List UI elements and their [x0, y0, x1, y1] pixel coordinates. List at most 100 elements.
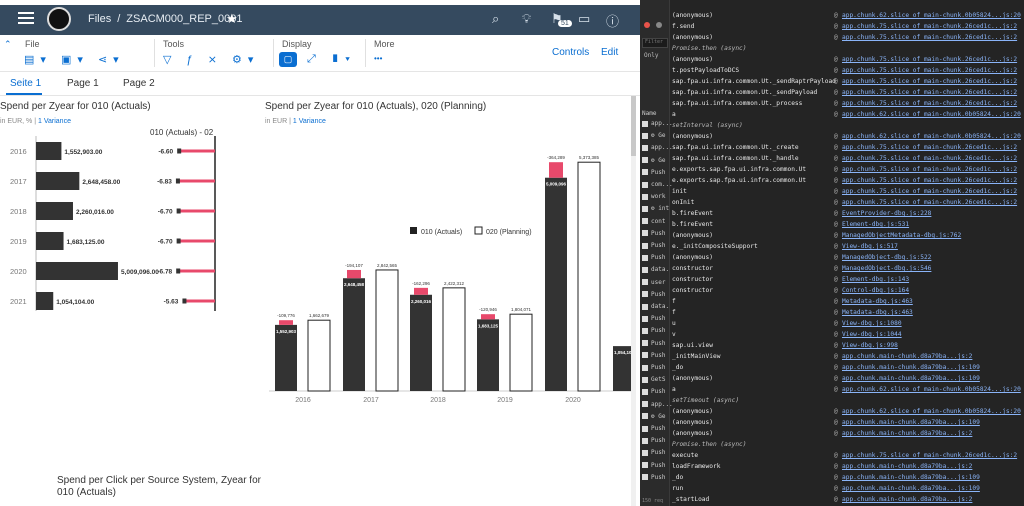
- call-stack-frame[interactable]: (anonymous) @ app.chunk.main-chunk.d8a79ba…: [672, 375, 1022, 386]
- call-stack-frame[interactable]: _do @ app.chunk.main-chunk.d8a79ba...js:10…: [672, 474, 1022, 485]
- network-request-row[interactable]: app...: [642, 144, 673, 151]
- frame-source-link[interactable]: app.chunk.62.slice of main-chunk.0b05824…: [842, 408, 1021, 415]
- breadcrumb-files[interactable]: Files: [88, 13, 111, 25]
- call-stack-frame[interactable]: Promise.then (async): [672, 45, 1022, 56]
- comment-mode-icon[interactable]: ▢: [279, 52, 297, 67]
- frame-source-link[interactable]: app.chunk.main-chunk.d8a79ba...js:109: [842, 485, 980, 492]
- call-stack-frame[interactable]: constructor @ Control-dbg.js:164: [672, 287, 1022, 298]
- call-stack-frame[interactable]: run @ app.chunk.main-chunk.d8a79ba...js:10…: [672, 485, 1022, 496]
- call-stack-frame[interactable]: (anonymous) @ app.chunk.main-chunk.d8a79ba…: [672, 430, 1022, 441]
- call-stack-frame[interactable]: e.exports.sap.fpa.ui.infra.common.Ut @ app…: [672, 177, 1022, 188]
- frame-source-link[interactable]: View-dbg.js:998: [842, 342, 898, 349]
- frame-source-link[interactable]: app.chunk.75.slice of main-chunk.26ced1c…: [842, 452, 1017, 459]
- call-stack-frame[interactable]: onInit @ app.chunk.75.slice of main-chunk.…: [672, 199, 1022, 210]
- more-icon[interactable]: •••: [374, 54, 382, 63]
- network-request-row[interactable]: Push: [642, 169, 665, 176]
- network-request-row[interactable]: Push: [642, 315, 665, 322]
- frame-source-link[interactable]: app.chunk.main-chunk.d8a79ba...js:109: [842, 419, 980, 426]
- call-stack-frame[interactable]: a @ app.chunk.62.slice of main-chunk.0b058…: [672, 111, 1022, 122]
- chart2-plot[interactable]: 010 (Actuals) 020 (Planning) 1,552,903 -109…: [265, 126, 631, 436]
- call-stack-frame[interactable]: e._initCompositeSupport @ View-dbg.js:517: [672, 243, 1022, 254]
- network-request-row[interactable]: app...: [642, 401, 673, 408]
- tools-icons[interactable]: ▽ ƒ ⨯ ⚙▾: [163, 53, 259, 66]
- network-request-row[interactable]: cont: [642, 218, 665, 225]
- call-stack-frame[interactable]: b.fireEvent @ Element-dbg.js:531: [672, 221, 1022, 232]
- frame-source-link[interactable]: app.chunk.main-chunk.d8a79ba...js:2: [842, 353, 972, 360]
- clear-icon[interactable]: [656, 22, 662, 28]
- call-stack-frame[interactable]: sap.ui.view @ View-dbg.js:998: [672, 342, 1022, 353]
- frame-source-link[interactable]: app.chunk.main-chunk.d8a79ba...js:2: [842, 496, 972, 503]
- call-stack-frame[interactable]: _startLoad @ app.chunk.main-chunk.d8a79ba.…: [672, 496, 1022, 506]
- tab-page-1[interactable]: Page 1: [67, 78, 99, 89]
- frame-source-link[interactable]: app.chunk.62.slice of main-chunk.0b05824…: [842, 386, 1021, 393]
- network-request-row[interactable]: work: [642, 193, 665, 200]
- call-stack-frame[interactable]: (anonymous) @ app.chunk.75.slice of main-c…: [672, 56, 1022, 67]
- network-request-row[interactable]: Push: [642, 230, 665, 237]
- call-stack-frame[interactable]: (anonymous) @ app.chunk.main-chunk.d8a79ba…: [672, 419, 1022, 430]
- collapse-toolbar-icon[interactable]: ⌃: [4, 39, 12, 50]
- frame-source-link[interactable]: app.chunk.75.slice of main-chunk.26ced1c…: [842, 23, 1017, 30]
- call-stack-frame[interactable]: t.postPayloadToDCS @ app.chunk.75.slice of…: [672, 67, 1022, 78]
- network-request-row[interactable]: ⚙ Ge: [642, 413, 665, 420]
- frame-source-link[interactable]: Control-dbg.js:164: [842, 287, 909, 294]
- call-stack-frame[interactable]: Promise.then (async): [672, 441, 1022, 452]
- frame-source-link[interactable]: app.chunk.main-chunk.d8a79ba...js:2: [842, 430, 972, 437]
- call-stack-frame[interactable]: constructor @ ManagedObject-dbg.js:546: [672, 265, 1022, 276]
- call-stack-frame[interactable]: (anonymous) @ ManagedObjectMetadata-dbg.js…: [672, 232, 1022, 243]
- call-stack-frame[interactable]: _do @ app.chunk.main-chunk.d8a79ba...js:10…: [672, 364, 1022, 375]
- chart2-variance-link[interactable]: 1 Variance: [293, 118, 326, 125]
- frame-source-link[interactable]: app.chunk.main-chunk.d8a79ba...js:109: [842, 364, 980, 371]
- frame-source-link[interactable]: Metadata-dbg.js:463: [842, 298, 913, 305]
- call-stack-frame[interactable]: f @ Metadata-dbg.js:463: [672, 309, 1022, 320]
- call-stack-frame[interactable]: f.send @ app.chunk.75.slice of main-chunk.…: [672, 23, 1022, 34]
- frame-source-link[interactable]: app.chunk.75.slice of main-chunk.26ced1c…: [842, 177, 1017, 184]
- chart1-plot[interactable]: 2016 1,552,903.00 -6.60 2017 2,648,458.00 -6.…: [0, 136, 260, 356]
- call-stack-frame[interactable]: sap.fpa.ui.infra.common.Ut._handle @ app.c…: [672, 155, 1022, 166]
- network-request-row[interactable]: data.: [642, 303, 669, 310]
- file-tools-icons[interactable]: ▤▾ ▣▾ ⋖▾: [24, 53, 125, 66]
- network-request-row[interactable]: user: [642, 279, 665, 286]
- discussions-icon[interactable]: ▭: [578, 11, 590, 27]
- frame-source-link[interactable]: app.chunk.75.slice of main-chunk.26ced1c…: [842, 89, 1017, 96]
- call-stack-frame[interactable]: b.fireEvent @ EventProvider-dbg.js:228: [672, 210, 1022, 221]
- call-stack-frame[interactable]: setTimeout (async): [672, 397, 1022, 408]
- network-request-row[interactable]: Push: [642, 437, 665, 444]
- frame-source-link[interactable]: app.chunk.75.slice of main-chunk.26ced1c…: [842, 166, 1017, 173]
- canvas-scrollbar[interactable]: [631, 96, 636, 506]
- call-stack-frame[interactable]: u @ View-dbg.js:1080: [672, 320, 1022, 331]
- filter-input[interactable]: Filter: [642, 38, 668, 48]
- frame-source-link[interactable]: app.chunk.75.slice of main-chunk.26ced1c…: [842, 155, 1017, 162]
- network-request-row[interactable]: Push: [642, 352, 665, 359]
- network-request-row[interactable]: ⚙ Ge: [642, 157, 665, 164]
- network-request-row[interactable]: Push: [642, 242, 665, 249]
- call-stack-frame[interactable]: f @ Metadata-dbg.js:463: [672, 298, 1022, 309]
- call-stack-frame[interactable]: sap.fpa.ui.infra.common.Ut._sendPayload @…: [672, 89, 1022, 100]
- tab-seite-1[interactable]: Seite 1: [10, 78, 41, 89]
- frame-source-link[interactable]: app.chunk.75.slice of main-chunk.26ced1c…: [842, 100, 1017, 107]
- call-stack-frame[interactable]: sap.fpa.ui.infra.common.Ut._process @ app.…: [672, 100, 1022, 111]
- frame-source-link[interactable]: app.chunk.75.slice of main-chunk.26ced1c…: [842, 78, 1017, 85]
- network-request-row[interactable]: Push: [642, 340, 665, 347]
- chart1-variance-link[interactable]: 1 Variance: [38, 118, 71, 125]
- frame-source-link[interactable]: Element-dbg.js:531: [842, 221, 909, 228]
- frame-source-link[interactable]: Element-dbg.js:143: [842, 276, 909, 283]
- call-stack-frame[interactable]: (anonymous) @ app.chunk.62.slice of main-c…: [672, 408, 1022, 419]
- record-icon[interactable]: [644, 22, 650, 28]
- network-request-row[interactable]: Push: [642, 364, 665, 371]
- network-request-row[interactable]: GetS: [642, 376, 665, 383]
- call-stack-frame[interactable]: loadFramework @ app.chunk.main-chunk.d8a79…: [672, 463, 1022, 474]
- call-stack-frame[interactable]: sap.fpa.ui.infra.common.Ut._create @ app.c…: [672, 144, 1022, 155]
- frame-source-link[interactable]: ManagedObjectMetadata-dbg.js:762: [842, 232, 961, 239]
- frame-source-link[interactable]: ManagedObject-dbg.js:522: [842, 254, 931, 261]
- frame-source-link[interactable]: app.chunk.main-chunk.d8a79ba...js:109: [842, 375, 980, 382]
- network-request-row[interactable]: Push: [642, 291, 665, 298]
- help-icon[interactable]: ⓘ: [606, 11, 619, 30]
- call-stack-frame[interactable]: (anonymous) @ app.chunk.75.slice of main-c…: [672, 34, 1022, 45]
- favorite-star-icon[interactable]: ★: [226, 11, 238, 27]
- call-stack-frame[interactable]: (anonymous) @ ManagedObject-dbg.js:522: [672, 254, 1022, 265]
- call-stack-frame[interactable]: init @ app.chunk.75.slice of main-chunk.26…: [672, 188, 1022, 199]
- frame-source-link[interactable]: ManagedObject-dbg.js:546: [842, 265, 931, 272]
- call-stack-frame[interactable]: v @ View-dbg.js:1044: [672, 331, 1022, 342]
- frame-source-link[interactable]: app.chunk.75.slice of main-chunk.26ced1c…: [842, 188, 1017, 195]
- network-request-row[interactable]: Push: [642, 254, 665, 261]
